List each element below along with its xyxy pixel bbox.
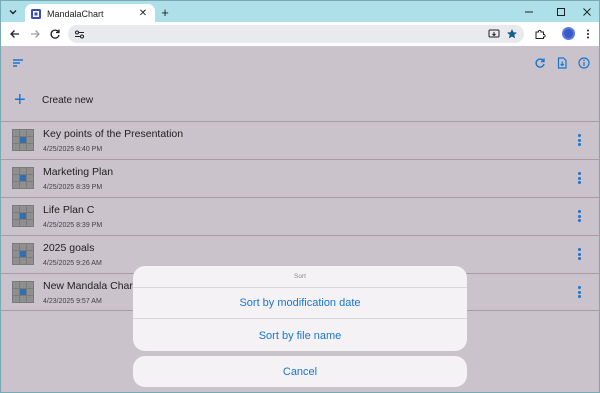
chart-date: 4/25/2025 8:39 PM	[43, 222, 103, 229]
browser-toolbar	[0, 22, 600, 46]
browser-menu-button[interactable]	[580, 26, 596, 42]
add-icon: +	[14, 89, 26, 111]
chart-title: Marketing Plan	[43, 166, 114, 178]
list-item[interactable]: Key points of the Presentation 4/25/2025…	[1, 121, 600, 159]
extensions-button[interactable]	[532, 26, 548, 42]
chart-title: Key points of the Presentation	[43, 128, 184, 140]
arrow-left-icon	[10, 30, 19, 38]
more-vertical-icon	[587, 29, 589, 39]
chart-date: 4/25/2025 8:40 PM	[43, 146, 103, 153]
install-app-icon[interactable]	[486, 26, 502, 42]
sort-by-modification-date-option[interactable]: Sort by modification date	[133, 288, 467, 319]
maximize-icon	[557, 8, 565, 16]
minimize-icon	[525, 11, 533, 13]
info-button[interactable]	[576, 55, 592, 71]
more-vertical-icon[interactable]	[573, 246, 585, 262]
cancel-button[interactable]: Cancel	[133, 356, 467, 387]
forward-button[interactable]	[27, 26, 43, 42]
more-vertical-icon[interactable]	[573, 132, 585, 148]
mandala-thumbnail-icon	[12, 243, 34, 265]
new-tab-icon[interactable]: +	[158, 5, 172, 20]
tab-search-button[interactable]	[5, 5, 21, 19]
import-file-button[interactable]	[554, 55, 570, 71]
chart-title: Life Plan C	[43, 204, 95, 216]
bookmark-star-icon[interactable]	[504, 26, 520, 42]
sort-action-sheet: Sort Sort by modification date Sort by f…	[133, 266, 467, 351]
sort-by-file-name-option[interactable]: Sort by file name	[133, 320, 467, 351]
address-bar[interactable]	[68, 25, 524, 43]
more-vertical-icon[interactable]	[573, 208, 585, 224]
mandala-thumbnail-icon	[12, 205, 34, 227]
sort-button[interactable]	[10, 55, 26, 71]
puzzle-icon	[535, 29, 546, 39]
chart-date: 4/23/2025 9:57 AM	[43, 298, 102, 305]
reload-icon	[50, 29, 60, 39]
close-window-button[interactable]	[577, 4, 597, 20]
mandala-thumbnail-icon	[12, 281, 34, 303]
mandala-favicon-icon	[31, 8, 41, 19]
tab-title: MandalaChart	[47, 8, 104, 19]
back-button[interactable]	[7, 26, 23, 42]
reload-button[interactable]	[47, 26, 63, 42]
arrow-right-icon	[31, 30, 40, 38]
file-import-icon	[557, 57, 567, 69]
more-vertical-icon[interactable]	[573, 170, 585, 186]
profile-avatar[interactable]	[562, 27, 575, 40]
minimize-button[interactable]	[519, 4, 539, 20]
tab-close-icon[interactable]: ✕	[137, 8, 149, 20]
chart-title: New Mandala Chart	[43, 280, 136, 292]
maximize-button[interactable]	[551, 4, 571, 20]
chart-date: 4/25/2025 8:39 PM	[43, 184, 103, 191]
create-new-button[interactable]: + Create new	[1, 86, 600, 120]
mandala-thumbnail-icon	[12, 167, 34, 189]
chevron-down-icon	[9, 10, 17, 15]
tab-mandalachart[interactable]: MandalaChart ✕	[25, 4, 155, 23]
chart-date: 4/25/2025 9:26 AM	[43, 260, 102, 267]
list-item[interactable]: Life Plan C 4/25/2025 8:39 PM	[1, 197, 600, 235]
close-icon	[583, 8, 591, 16]
refresh-button[interactable]	[532, 55, 548, 71]
sort-sheet-title: Sort	[133, 266, 467, 288]
create-new-label: Create new	[42, 95, 94, 106]
site-settings-icon[interactable]	[71, 26, 87, 42]
browser-tab-strip: MandalaChart ✕ +	[0, 0, 600, 23]
chart-title: 2025 goals	[43, 242, 95, 254]
refresh-icon	[535, 58, 545, 68]
list-item[interactable]: Marketing Plan 4/25/2025 8:39 PM	[1, 159, 600, 197]
sort-icon	[13, 59, 23, 67]
more-vertical-icon[interactable]	[573, 284, 585, 300]
info-icon	[578, 57, 590, 69]
mandala-thumbnail-icon	[12, 129, 34, 151]
